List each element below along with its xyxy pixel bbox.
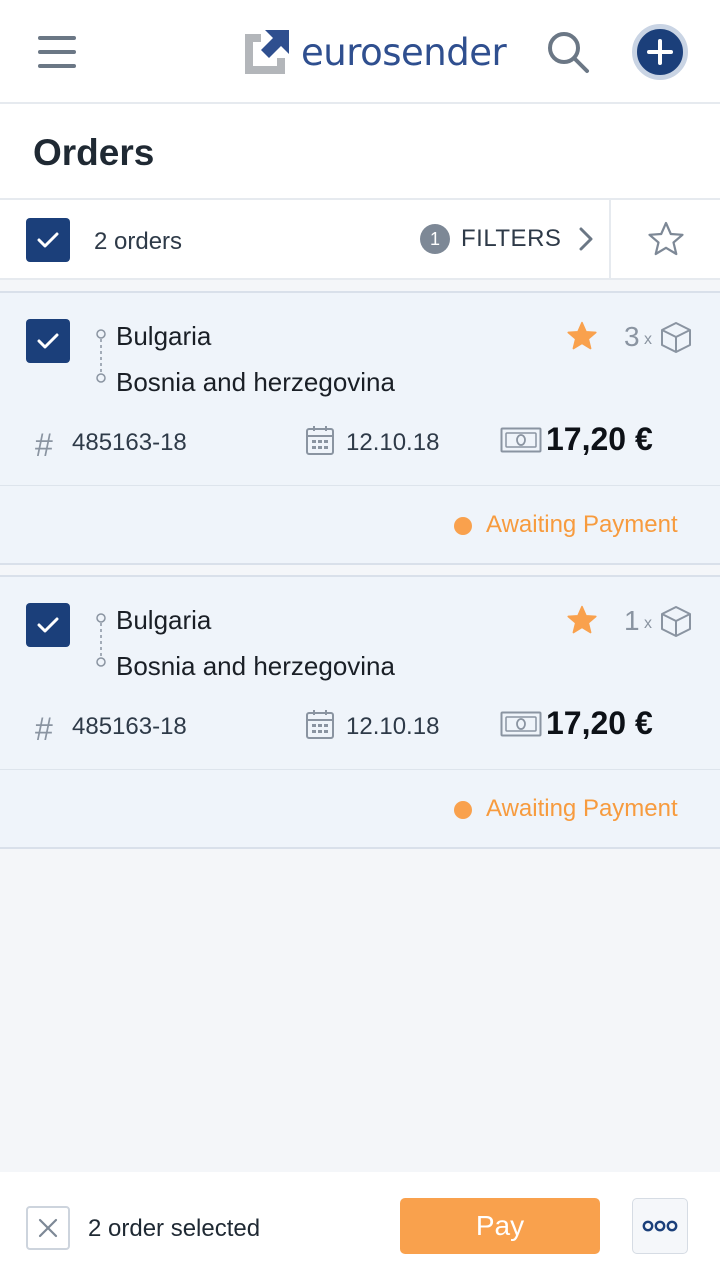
selection-action-bar: 2 order selected Pay	[0, 1172, 720, 1280]
star-filled-icon[interactable]	[566, 605, 598, 635]
card-divider	[0, 769, 720, 770]
orders-toolbar: 2 orders 1 FILTERS	[0, 200, 720, 280]
close-icon	[38, 1218, 58, 1238]
calendar-icon	[306, 426, 334, 455]
add-order-button[interactable]	[632, 24, 688, 80]
route-line-icon	[96, 329, 106, 383]
origin-country: Bulgaria	[116, 321, 212, 351]
clear-selection-button[interactable]	[26, 1206, 70, 1250]
title-bar: Orders	[0, 104, 720, 200]
eurosender-logo[interactable]: eurosender	[243, 26, 507, 78]
order-number: 485163-18	[72, 713, 187, 740]
order-checkbox[interactable]	[26, 319, 70, 363]
check-icon	[37, 232, 59, 248]
page-title: Orders	[33, 132, 155, 173]
package-count: 3	[624, 321, 640, 352]
status-dot	[454, 517, 472, 535]
order-checkbox[interactable]	[26, 603, 70, 647]
order-date: 12.10.18	[346, 713, 440, 740]
order-card[interactable]: Bulgaria Bosnia and herzegovina 1 x # 48…	[0, 575, 720, 849]
route-line-icon	[96, 613, 106, 667]
app-header: eurosender	[0, 0, 720, 104]
status-badge: Awaiting Payment	[486, 511, 678, 538]
money-icon	[500, 711, 542, 737]
package-multiplier: x	[644, 615, 652, 632]
more-options-button[interactable]	[632, 1198, 688, 1254]
order-count: 2 orders	[94, 228, 183, 255]
pay-button[interactable]: Pay	[400, 1198, 600, 1254]
filters-button[interactable]: 1 FILTERS	[420, 222, 593, 256]
chevron-right-icon	[579, 227, 593, 251]
hash-icon: #	[35, 427, 53, 463]
box-icon	[661, 322, 691, 353]
package-multiplier: x	[644, 331, 652, 348]
select-all-checkbox[interactable]	[26, 218, 70, 262]
origin-country: Bulgaria	[116, 605, 212, 635]
search-icon[interactable]	[546, 30, 590, 74]
order-price: 17,20 €	[546, 421, 653, 457]
filter-count-badge: 1	[420, 224, 450, 254]
check-icon	[37, 333, 59, 349]
card-divider	[0, 485, 720, 486]
status-dot	[454, 801, 472, 819]
menu-icon[interactable]	[38, 36, 76, 70]
order-number: 485163-18	[72, 429, 187, 456]
destination-country: Bosnia and herzegovina	[116, 651, 395, 681]
status-badge: Awaiting Payment	[486, 795, 678, 822]
order-date: 12.10.18	[346, 429, 440, 456]
order-card[interactable]: Bulgaria Bosnia and herzegovina 3 x # 48…	[0, 291, 720, 565]
star-filled-icon[interactable]	[566, 321, 598, 351]
selection-count: 2 order selected	[88, 1215, 261, 1242]
check-icon	[37, 617, 59, 633]
star-outline-icon	[647, 221, 684, 256]
destination-country: Bosnia and herzegovina	[116, 367, 395, 397]
money-icon	[500, 427, 542, 453]
filters-label: FILTERS	[461, 225, 562, 252]
hash-icon: #	[35, 711, 53, 747]
favorites-filter-button[interactable]	[609, 200, 720, 278]
order-price: 17,20 €	[546, 705, 653, 741]
calendar-icon	[306, 710, 334, 739]
logo-mark-icon	[245, 30, 289, 74]
logo-text: eurosender	[301, 30, 507, 74]
package-count: 1	[624, 605, 640, 636]
more-icon	[642, 1220, 678, 1232]
plus-icon	[647, 39, 673, 65]
box-icon	[661, 606, 691, 637]
